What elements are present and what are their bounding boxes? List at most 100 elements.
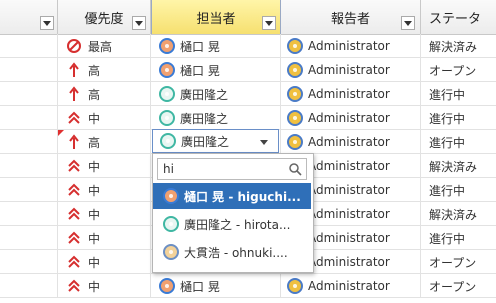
priority-cell[interactable]: 高 — [58, 82, 151, 106]
reporter-label: Administrator — [308, 279, 390, 293]
header-status-label: ステータ — [429, 11, 482, 27]
row-select-cell[interactable] — [0, 154, 58, 178]
row-select-cell[interactable] — [0, 58, 58, 82]
avatar-icon — [287, 38, 303, 54]
double-chevron-up-icon — [68, 207, 80, 220]
reporter-cell[interactable]: Administrator — [281, 130, 421, 154]
reporter-cell[interactable]: Administrator — [281, 274, 421, 298]
blocker-icon — [67, 39, 81, 53]
priority-cell[interactable]: 高 — [58, 58, 151, 82]
status-cell[interactable]: 解決済み — [421, 154, 496, 178]
table-row[interactable]: 高 廣田隆之 Administrator 進行中 — [0, 82, 496, 106]
status-cell[interactable]: 解決済み — [421, 202, 496, 226]
reporter-cell[interactable]: Administrator — [281, 34, 421, 58]
row-select-cell[interactable] — [0, 34, 58, 58]
status-cell[interactable]: 進行中 — [421, 106, 496, 130]
assignee-cell[interactable]: 樋口 晃 — [151, 274, 281, 298]
reporter-label: Administrator — [308, 255, 390, 269]
header-reporter-label: 報告者 — [330, 11, 370, 27]
reporter-label: Administrator — [308, 39, 390, 53]
priority-label: 中 — [88, 159, 101, 174]
priority-cell[interactable]: 中 — [58, 274, 151, 298]
table-row[interactable]: 中 廣田隆之 Administrator 進行中 — [0, 106, 496, 130]
column-filter-dropdown-icon[interactable] — [40, 16, 54, 30]
priority-cell[interactable]: 中 — [58, 178, 151, 202]
status-cell[interactable]: 進行中 — [421, 178, 496, 202]
status-cell[interactable]: 進行中 — [421, 226, 496, 250]
priority-cell[interactable]: 最高 — [58, 34, 151, 58]
header-assignee[interactable]: 担当者 — [151, 0, 281, 34]
header-priority[interactable]: 優先度 — [58, 0, 151, 34]
status-cell[interactable]: 解決済み — [421, 34, 496, 58]
status-label: 解決済み — [429, 159, 478, 174]
reporter-label: Administrator — [308, 231, 390, 245]
priority-filter-dropdown-icon[interactable] — [132, 16, 146, 30]
avatar-icon — [159, 110, 175, 126]
avatar-icon — [287, 110, 303, 126]
status-label: 進行中 — [429, 135, 466, 150]
reporter-label: Administrator — [308, 135, 390, 149]
priority-label: 中 — [88, 279, 101, 294]
assignee-cell[interactable]: 樋口 晃 — [151, 34, 281, 58]
avatar-icon — [287, 86, 303, 102]
table-row[interactable]: 中 樋口 晃 Administrator オープン — [0, 274, 496, 298]
table-row[interactable]: 最高 樋口 晃 Administrator 解決済み — [0, 34, 496, 58]
row-select-cell[interactable] — [0, 178, 58, 202]
avatar-icon — [163, 216, 179, 232]
priority-label: 中 — [88, 183, 101, 198]
assignee-search-input[interactable]: hi — [157, 158, 307, 180]
priority-cell[interactable]: 中 — [58, 202, 151, 226]
status-cell[interactable]: オープン — [421, 58, 496, 82]
header-status[interactable]: ステータ — [421, 0, 496, 34]
dropdown-option[interactable]: 大貫浩 - ohnuki.... — [153, 239, 311, 265]
priority-label: 中 — [88, 255, 101, 270]
priority-cell[interactable]: 中 — [58, 226, 151, 250]
reporter-label: Administrator — [308, 63, 390, 77]
status-cell[interactable]: 進行中 — [421, 130, 496, 154]
assignee-label: 廣田隆之 — [180, 111, 229, 126]
assignee-editor[interactable]: 廣田隆之 — [152, 129, 279, 153]
row-select-cell[interactable] — [0, 250, 58, 274]
reporter-cell[interactable]: Administrator — [281, 82, 421, 106]
row-select-cell[interactable] — [0, 274, 58, 298]
row-select-cell[interactable] — [0, 82, 58, 106]
priority-cell[interactable]: 中 — [58, 250, 151, 274]
assignee-cell[interactable]: 廣田隆之 — [151, 82, 281, 106]
double-chevron-up-icon — [68, 183, 80, 196]
priority-cell[interactable]: 中 — [58, 154, 151, 178]
header-reporter[interactable]: 報告者 — [281, 0, 421, 34]
assignee-cell[interactable]: 廣田隆之 — [151, 106, 281, 130]
reporter-filter-dropdown-icon[interactable] — [401, 16, 415, 30]
avatar-icon — [163, 244, 179, 260]
priority-cell[interactable]: 高 — [58, 130, 151, 154]
priority-label: 最高 — [88, 39, 113, 54]
reporter-cell[interactable]: Administrator — [281, 106, 421, 130]
avatar-icon — [287, 278, 303, 294]
priority-label: 高 — [88, 135, 101, 150]
assignee-filter-dropdown-icon[interactable] — [262, 16, 276, 30]
dropdown-option[interactable]: 廣田隆之 - hirota... — [153, 211, 311, 237]
priority-label: 中 — [88, 111, 101, 126]
status-label: 進行中 — [429, 231, 466, 246]
status-cell[interactable]: オープン — [421, 250, 496, 274]
row-select-cell[interactable] — [0, 106, 58, 130]
chevron-down-icon[interactable] — [260, 140, 268, 145]
priority-label: 高 — [88, 87, 101, 102]
double-chevron-up-icon — [68, 111, 80, 124]
dropdown-option[interactable]: 樋口 晃 - higuchi... — [153, 183, 311, 209]
row-select-cell[interactable] — [0, 202, 58, 226]
status-cell[interactable]: オープン — [421, 274, 496, 298]
assignee-cell[interactable]: 樋口 晃 — [151, 58, 281, 82]
row-select-cell[interactable] — [0, 226, 58, 250]
dropdown-option-label: 樋口 晃 - higuchi... — [184, 189, 301, 204]
status-label: オープン — [429, 63, 477, 78]
row-select-cell[interactable] — [0, 130, 58, 154]
status-label: 解決済み — [429, 39, 478, 54]
avatar-icon — [159, 86, 175, 102]
priority-cell[interactable]: 中 — [58, 106, 151, 130]
status-cell[interactable]: 進行中 — [421, 82, 496, 106]
assignee-editor-value: 廣田隆之 — [181, 134, 230, 149]
reporter-label: Administrator — [308, 111, 390, 125]
table-row[interactable]: 高 樋口 晃 Administrator オープン — [0, 58, 496, 82]
reporter-cell[interactable]: Administrator — [281, 58, 421, 82]
